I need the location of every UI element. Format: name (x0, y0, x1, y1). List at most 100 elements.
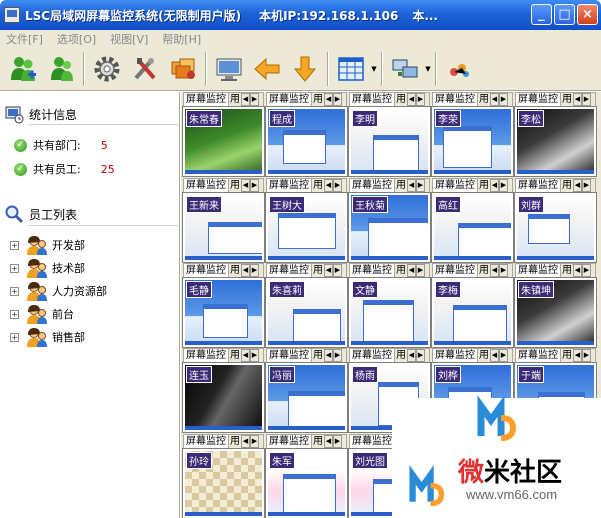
screen-thumbnail[interactable]: 朱喜莉 (265, 277, 348, 348)
tab-more[interactable]: 用 (312, 179, 324, 192)
screen-thumbnail[interactable]: 王树大 (265, 192, 348, 263)
users-button[interactable] (42, 50, 80, 88)
tab-scroll-right-icon[interactable]: ▶ (333, 179, 342, 192)
screen-thumbnail[interactable]: 李松 (514, 106, 597, 177)
tab-more[interactable]: 用 (229, 179, 241, 192)
screen-thumbnail[interactable]: 李明 (348, 106, 431, 177)
tab-scroll-right-icon[interactable]: ▶ (582, 349, 591, 362)
monitor-button[interactable] (210, 50, 248, 88)
monitor-cell[interactable]: 屏幕监控用 ◀ ▶ 李明 (348, 92, 431, 177)
tab-scroll-right-icon[interactable]: ▶ (416, 179, 425, 192)
monitor-cell[interactable]: 屏幕监控用 ◀ ▶ 朱镇坤 (514, 263, 597, 348)
tab-more[interactable]: 用 (395, 264, 407, 277)
department-item[interactable]: + 前台 (10, 303, 74, 325)
tab-more[interactable]: 用 (478, 93, 490, 106)
screen-thumbnail[interactable]: 王新来 (182, 192, 265, 263)
add-users-button[interactable] (4, 50, 42, 88)
tab-scroll-left-icon[interactable]: ◀ (490, 349, 499, 362)
tab-scroll-right-icon[interactable]: ▶ (499, 93, 508, 106)
tab-screen-monitor[interactable]: 屏幕监控 (350, 179, 395, 192)
screens-button[interactable] (386, 50, 424, 88)
monitor-cell[interactable]: 屏幕监控用 ◀ ▶ 孙玲 (182, 434, 265, 518)
monitor-cell[interactable]: 屏幕监控用 ◀ ▶ 李荣 (431, 92, 514, 177)
screen-thumbnail[interactable]: 连玉 (182, 362, 265, 433)
tab-scroll-left-icon[interactable]: ◀ (407, 93, 416, 106)
tab-more[interactable]: 用 (561, 264, 573, 277)
monitor-cell[interactable]: 屏幕监控用 ◀ ▶ 刘群 (514, 178, 597, 263)
tab-screen-monitor[interactable]: 屏幕监控 (350, 435, 395, 448)
department-item[interactable]: + 销售部 (10, 326, 85, 348)
tab-screen-monitor[interactable]: 屏幕监控 (433, 264, 478, 277)
back-button[interactable] (248, 50, 286, 88)
department-item[interactable]: + 技术部 (10, 257, 85, 279)
tab-scroll-right-icon[interactable]: ▶ (250, 435, 259, 448)
tab-scroll-right-icon[interactable]: ▶ (582, 264, 591, 277)
tab-more[interactable]: 用 (478, 179, 490, 192)
tab-screen-monitor[interactable]: 屏幕监控 (184, 179, 229, 192)
tab-scroll-left-icon[interactable]: ◀ (573, 179, 582, 192)
down-button[interactable] (286, 50, 324, 88)
tab-screen-monitor[interactable]: 屏幕监控 (350, 349, 395, 362)
tab-scroll-left-icon[interactable]: ◀ (241, 435, 250, 448)
tab-screen-monitor[interactable]: 屏幕监控 (184, 435, 229, 448)
screen-thumbnail[interactable]: 刘群 (514, 192, 597, 263)
tab-more[interactable]: 用 (395, 179, 407, 192)
tab-screen-monitor[interactable]: 屏幕监控 (267, 349, 312, 362)
tab-more[interactable]: 用 (478, 349, 490, 362)
tab-more[interactable]: 用 (478, 264, 490, 277)
menu-file[interactable]: 文件[F] (6, 31, 43, 47)
tab-scroll-right-icon[interactable]: ▶ (582, 179, 591, 192)
tab-scroll-right-icon[interactable]: ▶ (582, 93, 591, 106)
tab-scroll-left-icon[interactable]: ◀ (407, 349, 416, 362)
screen-thumbnail[interactable]: 高红 (431, 192, 514, 263)
department-item[interactable]: + 人力资源部 (10, 280, 107, 302)
title-bar[interactable]: LSC局域网屏幕监控系统(无限制用户版) 本机IP:192.168.1.106 … (0, 0, 601, 30)
monitor-cell[interactable]: 屏幕监控用 ◀ ▶ 李梅 (431, 263, 514, 348)
tab-scroll-right-icon[interactable]: ▶ (333, 435, 342, 448)
tab-scroll-left-icon[interactable]: ◀ (324, 349, 333, 362)
tab-more[interactable]: 用 (229, 435, 241, 448)
screen-thumbnail[interactable]: 毛静 (182, 277, 265, 348)
tab-more[interactable]: 用 (312, 93, 324, 106)
tab-screen-monitor[interactable]: 屏幕监控 (267, 264, 312, 277)
screen-thumbnail[interactable]: 朱军 (265, 448, 348, 518)
tab-screen-monitor[interactable]: 屏幕监控 (433, 179, 478, 192)
monitor-cell[interactable]: 屏幕监控用 ◀ ▶ 李松 (514, 92, 597, 177)
tab-scroll-left-icon[interactable]: ◀ (490, 93, 499, 106)
expand-icon[interactable]: + (10, 286, 19, 296)
tab-more[interactable]: 用 (561, 349, 573, 362)
grid-view-dropdown[interactable]: ▼ (370, 50, 378, 88)
menu-help[interactable]: 帮助[H] (162, 31, 201, 47)
screen-thumbnail[interactable]: 朱镇坤 (514, 277, 597, 348)
screens-dropdown[interactable]: ▼ (424, 50, 432, 88)
tab-more[interactable]: 用 (229, 264, 241, 277)
monitor-group-button[interactable] (164, 50, 202, 88)
monitor-cell[interactable]: 屏幕监控用 ◀ ▶ 冯丽 (265, 348, 348, 433)
tab-scroll-left-icon[interactable]: ◀ (241, 93, 250, 106)
monitor-cell[interactable]: 屏幕监控用 ◀ ▶ 文静 (348, 263, 431, 348)
tab-screen-monitor[interactable]: 屏幕监控 (516, 349, 561, 362)
tab-scroll-right-icon[interactable]: ▶ (499, 349, 508, 362)
monitor-cell[interactable]: 屏幕监控用 ◀ ▶ 朱军 (265, 434, 348, 518)
menu-options[interactable]: 选项[O] (57, 31, 96, 47)
tab-screen-monitor[interactable]: 屏幕监控 (516, 179, 561, 192)
minimize-button[interactable]: _ (531, 4, 552, 25)
monitor-cell[interactable]: 屏幕监控用 ◀ ▶ 朱喜莉 (265, 263, 348, 348)
screen-thumbnail[interactable]: 孙玲 (182, 448, 265, 518)
tab-scroll-left-icon[interactable]: ◀ (573, 93, 582, 106)
tab-screen-monitor[interactable]: 屏幕监控 (267, 179, 312, 192)
tab-screen-monitor[interactable]: 屏幕监控 (267, 435, 312, 448)
tab-scroll-right-icon[interactable]: ▶ (333, 349, 342, 362)
tab-scroll-right-icon[interactable]: ▶ (250, 179, 259, 192)
tab-scroll-left-icon[interactable]: ◀ (241, 179, 250, 192)
menu-view[interactable]: 视图[V] (110, 31, 148, 47)
expand-icon[interactable]: + (10, 332, 19, 342)
tab-scroll-left-icon[interactable]: ◀ (324, 264, 333, 277)
tab-more[interactable]: 用 (312, 349, 324, 362)
tab-more[interactable]: 用 (395, 93, 407, 106)
tab-screen-monitor[interactable]: 屏幕监控 (184, 93, 229, 106)
tab-screen-monitor[interactable]: 屏幕监控 (433, 93, 478, 106)
monitor-cell[interactable]: 屏幕监控用 ◀ ▶ 毛静 (182, 263, 265, 348)
tab-scroll-left-icon[interactable]: ◀ (407, 179, 416, 192)
tab-scroll-right-icon[interactable]: ▶ (333, 93, 342, 106)
